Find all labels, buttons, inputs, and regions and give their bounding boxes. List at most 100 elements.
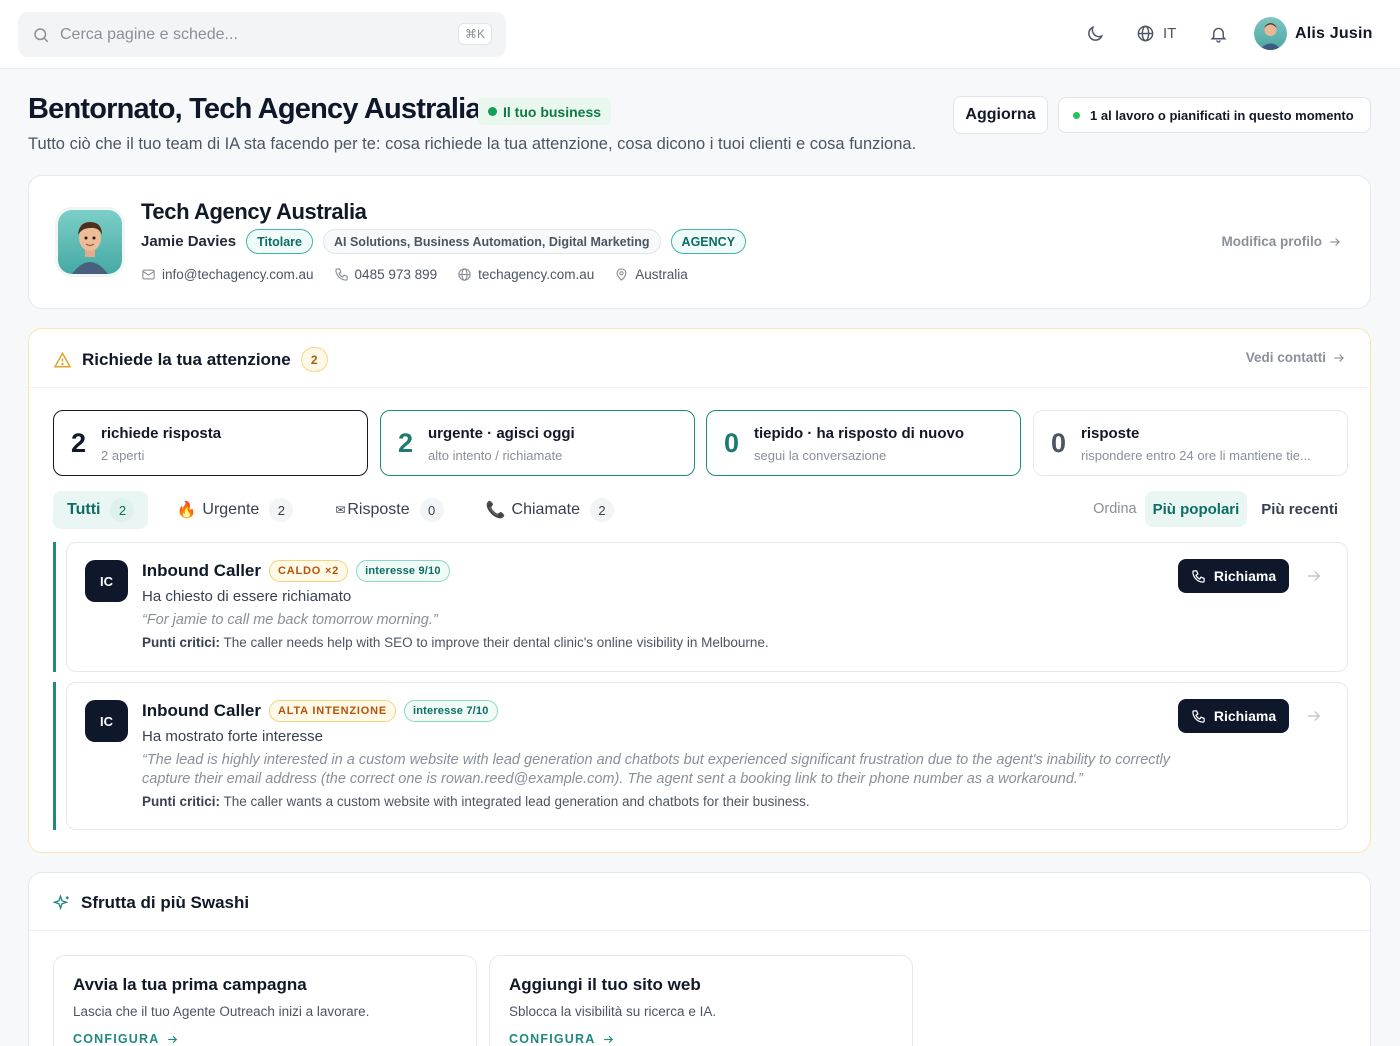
call-back-label: Richiama xyxy=(1213,708,1277,724)
lead-card-body[interactable]: IC Inbound Caller CALDO ×2 interesse 9/1… xyxy=(66,542,1348,672)
filter-tab-replies[interactable]: ✉ Risposte 0 xyxy=(321,491,457,529)
stat-value: 0 xyxy=(1051,428,1067,458)
search-icon xyxy=(32,26,50,44)
lead-quote: “The lead is highly interested in a cust… xyxy=(142,752,1171,787)
search-input[interactable] xyxy=(60,25,440,44)
stat-sub: segui la conversazione xyxy=(754,448,887,463)
lead-name: Inbound Caller xyxy=(142,701,261,720)
language-label: IT xyxy=(1163,25,1177,42)
configure-label: CONFIGURA xyxy=(73,1032,160,1046)
filter-tab-all[interactable]: Tutti 2 xyxy=(53,491,149,529)
lead-name: Inbound Caller xyxy=(142,561,261,580)
moon-icon[interactable] xyxy=(1085,24,1105,44)
email-text: info@techagency.com.au xyxy=(162,267,314,282)
tile-title: Aggiungi il tuo sito web xyxy=(509,975,701,994)
location-text: Australia xyxy=(635,267,688,282)
configure-label: CONFIGURA xyxy=(509,1032,596,1046)
activity-status-text: 1 al lavoro o pianificati in questo mome… xyxy=(1090,107,1354,123)
pain-points-text: The caller needs help with SEO to improv… xyxy=(223,635,769,650)
stat-sub: alto intento / richiamate xyxy=(428,448,563,463)
company-name: Tech Agency Australia xyxy=(141,199,367,224)
tile-description: Lascia che il tuo Agente Outreach inizi … xyxy=(73,1004,370,1019)
exploit-card: Sfrutta di più Swashi Avvia la tua prima… xyxy=(28,872,1371,1046)
filter-tab-urgent[interactable]: 🔥 Urgente 2 xyxy=(162,491,307,529)
contact-website[interactable]: techagency.com.au xyxy=(457,267,594,282)
status-dot xyxy=(488,107,497,116)
sort-popular[interactable]: Più popolari xyxy=(1144,491,1248,527)
top-bar: ⌘K IT Alis Jusin xyxy=(0,0,1400,69)
user-menu[interactable]: Alis Jusin xyxy=(1254,17,1373,50)
lead-avatar: IC xyxy=(85,560,128,602)
attention-card: Richiede la tua attenzione 2 Vedi contat… xyxy=(28,328,1371,853)
status-dot xyxy=(1073,111,1080,119)
bell-icon[interactable] xyxy=(1209,24,1228,44)
contact-location: Australia xyxy=(614,267,688,282)
envelope-icon: ✉ xyxy=(335,503,346,517)
stat-needs-reply[interactable]: 2 richiede risposta 2 aperti xyxy=(53,410,368,476)
arrow-right-icon xyxy=(166,1033,179,1046)
arrow-right-icon[interactable] xyxy=(1305,707,1323,725)
pain-points-label: Punti critici: xyxy=(142,635,221,650)
owner-name: Jamie Davies xyxy=(141,233,237,250)
call-back-button[interactable]: Richiama xyxy=(1178,699,1289,733)
contact-email[interactable]: info@techagency.com.au xyxy=(141,267,314,282)
divider xyxy=(29,387,1370,388)
language-selector[interactable]: IT xyxy=(1136,24,1176,43)
profile-card: Tech Agency Australia Jamie Davies Titol… xyxy=(28,175,1371,309)
filter-count: 2 xyxy=(110,498,135,522)
search-bar[interactable]: ⌘K xyxy=(18,12,506,57)
filter-count: 0 xyxy=(419,498,444,522)
arrow-right-icon xyxy=(602,1033,615,1046)
setup-tile-campaign[interactable]: Avvia la tua prima campagna Lascia che i… xyxy=(53,955,477,1046)
filter-label: Tutti xyxy=(67,501,101,518)
stat-label: urgente · agisci oggi xyxy=(428,425,575,442)
see-contacts-link[interactable]: Vedi contatti xyxy=(1246,350,1346,365)
attention-title: Richiede la tua attenzione xyxy=(82,349,291,369)
stat-replies[interactable]: 0 risposte rispondere entro 24 ore li ma… xyxy=(1033,410,1348,476)
sort-control: Ordina Più popolari Più recenti xyxy=(1093,491,1346,527)
lead-description: Ha chiesto di essere richiamato xyxy=(142,588,352,605)
stat-urgent[interactable]: 2 urgente · agisci oggi alto intento / r… xyxy=(380,410,695,476)
edit-profile-link[interactable]: Modifica profilo xyxy=(1222,234,1343,249)
fire-icon: 🔥 xyxy=(176,502,197,519)
sort-label: Ordina xyxy=(1093,501,1137,517)
setup-tile-website[interactable]: Aggiungi il tuo sito web Sblocca la visi… xyxy=(489,955,913,1046)
phone-icon: 📞 xyxy=(485,502,506,519)
stat-warm[interactable]: 0 tiepido · ha risposto di nuovo segui l… xyxy=(706,410,1021,476)
configure-link[interactable]: CONFIGURA xyxy=(73,1032,179,1046)
globe-icon xyxy=(457,267,472,282)
call-back-label: Richiama xyxy=(1213,568,1277,584)
phone-icon xyxy=(1191,569,1206,584)
filter-count: 2 xyxy=(590,498,615,522)
stat-value: 0 xyxy=(724,428,740,458)
stat-sub: 2 aperti xyxy=(101,448,145,463)
lead-avatar: IC xyxy=(85,700,128,742)
configure-link[interactable]: CONFIGURA xyxy=(509,1032,615,1046)
filter-count: 2 xyxy=(269,498,294,522)
page-subtitle: Tutto ciò che il tuo team di IA sta face… xyxy=(28,135,917,153)
user-name: Alis Jusin xyxy=(1295,24,1373,42)
phone-text: 0485 973 899 xyxy=(354,267,438,282)
warning-icon xyxy=(53,351,72,369)
map-pin-icon xyxy=(614,267,629,282)
update-button[interactable]: Aggiorna xyxy=(953,96,1048,134)
arrow-right-icon xyxy=(1328,235,1342,249)
profile-meta: Jamie Davies Titolare AI Solutions, Busi… xyxy=(141,229,747,254)
exploit-header: Sfrutta di più Swashi xyxy=(53,893,249,913)
website-text: techagency.com.au xyxy=(478,267,595,282)
lead-card-body[interactable]: IC Inbound Caller ALTA INTENZIONE intere… xyxy=(66,682,1348,830)
lead-description: Ha mostrato forte interesse xyxy=(142,728,323,745)
call-back-button[interactable]: Richiama xyxy=(1178,559,1289,593)
activity-status: 1 al lavoro o pianificati in questo mome… xyxy=(1058,97,1371,133)
filter-tab-calls[interactable]: 📞 Chiamate 2 xyxy=(472,491,628,529)
exploit-title: Sfrutta di più Swashi xyxy=(81,893,250,912)
tile-description: Sblocca la visibilità su ricerca e IA. xyxy=(509,1004,717,1019)
arrow-right-icon[interactable] xyxy=(1305,567,1323,585)
page-title: Bentornato, Tech Agency Australia xyxy=(28,93,482,125)
shortcut-hint: ⌘K xyxy=(457,23,492,45)
phone-icon xyxy=(1191,709,1206,724)
stat-label: tiepido · ha risposto di nuovo xyxy=(754,425,964,442)
sort-recent[interactable]: Più recenti xyxy=(1253,491,1346,527)
stat-label: risposte xyxy=(1081,425,1140,442)
contact-phone[interactable]: 0485 973 899 xyxy=(334,267,438,282)
